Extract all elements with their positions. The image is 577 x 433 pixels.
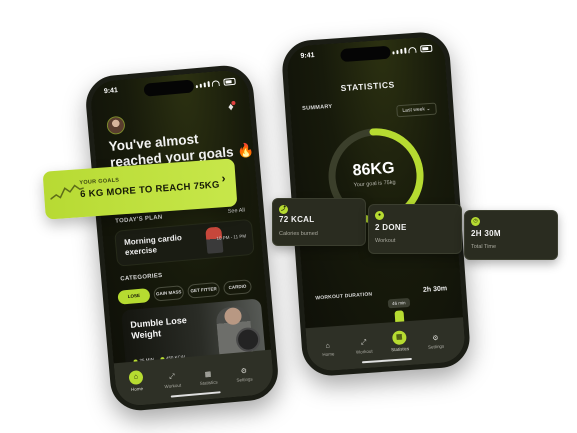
workouts-value: 2 DONE bbox=[375, 223, 407, 232]
featured-workout-title: Dumble Lose Weight bbox=[129, 314, 188, 341]
chevron-right-icon[interactable]: › bbox=[221, 171, 226, 185]
home-phone: 9:41 ♦ You've almost reached your goals … bbox=[83, 63, 281, 413]
chip-lose-weight[interactable]: LOSE WEIGHT bbox=[117, 288, 151, 311]
goal-label: YOUR GOALS bbox=[79, 177, 120, 187]
avatar[interactable] bbox=[106, 115, 126, 136]
chevron-down-icon: ⌄ bbox=[426, 105, 431, 113]
chip-gain-mass[interactable]: GAIN MASS bbox=[153, 285, 185, 302]
total-time-card: ◷ 2H 30M Total Time bbox=[464, 210, 558, 260]
tab-settings[interactable]: ⚙ Settings bbox=[418, 333, 453, 350]
total-time-value: 2H 30M bbox=[471, 229, 501, 238]
period-dropdown[interactable]: Last week ⌄ bbox=[396, 102, 437, 118]
wifi-icon bbox=[211, 80, 220, 87]
tab-workout[interactable]: ⤢ Workout bbox=[155, 372, 190, 390]
workout-icon: ⤢ bbox=[168, 373, 176, 381]
tab-settings[interactable]: ⚙ Settings bbox=[227, 366, 262, 384]
chip-get-fitter[interactable]: GET FITTER bbox=[187, 281, 221, 299]
fire-icon: 🔥 bbox=[236, 142, 255, 159]
home-icon: ⌂ bbox=[325, 342, 331, 350]
home-icon: ⌂ bbox=[128, 369, 144, 386]
plan-time: 10 PM - 11 PM bbox=[216, 233, 247, 241]
settings-icon: ⚙ bbox=[432, 334, 439, 343]
tab-home[interactable]: ⌂ Home bbox=[311, 342, 346, 358]
duration-bar-tooltip: 46 min bbox=[387, 297, 410, 309]
home-indicator bbox=[361, 357, 412, 364]
summary-heading: SUMMARY bbox=[301, 103, 333, 112]
workouts-card: ● 2 DONE Workout bbox=[368, 204, 462, 254]
calories-caption: Calories burned bbox=[279, 231, 318, 237]
tab-statistics[interactable]: ▦ Statistics bbox=[191, 369, 226, 387]
dumbbell-icon: ● bbox=[375, 211, 384, 220]
plan-title: Morning cardio exercise bbox=[123, 233, 183, 258]
stats-icon: ▦ bbox=[391, 330, 407, 346]
workouts-caption: Workout bbox=[375, 238, 396, 244]
status-bar: 9:41 bbox=[104, 77, 237, 100]
todays-plan-heading: TODAY'S PLAN bbox=[115, 214, 163, 225]
calories-card: ⤴ 72 KCAL Calories burned bbox=[272, 198, 366, 246]
workout-duration-total: 2h 30m bbox=[422, 285, 448, 294]
signal-icons bbox=[392, 44, 433, 55]
battery-icon bbox=[420, 44, 433, 53]
total-time-caption: Total Time bbox=[471, 244, 497, 250]
notification-dot bbox=[231, 100, 236, 106]
workout-icon: ⤢ bbox=[360, 339, 367, 347]
categories-heading: CATEGORIES bbox=[120, 272, 163, 283]
tab-home[interactable]: ⌂ Home bbox=[118, 369, 154, 393]
battery-icon bbox=[223, 77, 236, 86]
status-time: 9:41 bbox=[103, 87, 119, 96]
tab-workout[interactable]: ⤢ Workout bbox=[346, 338, 381, 355]
wifi-icon bbox=[408, 46, 417, 54]
flame-icon: ⤴ bbox=[279, 205, 288, 214]
plan-card[interactable]: Morning cardio exercise 10 PM - 11 PM bbox=[114, 218, 255, 267]
see-all-link[interactable]: See All bbox=[228, 207, 246, 214]
clock-icon: ◷ bbox=[471, 217, 480, 226]
page-title: STATISTICS bbox=[340, 79, 396, 94]
settings-icon: ⚙ bbox=[240, 367, 248, 376]
tab-statistics[interactable]: ▦ Statistics bbox=[382, 330, 417, 353]
home-screen: 9:41 ♦ You've almost reached your goals … bbox=[89, 68, 275, 408]
stage: 9:41 ♦ You've almost reached your goals … bbox=[0, 0, 577, 433]
chip-cardio[interactable]: CARDIO bbox=[222, 279, 253, 296]
home-indicator bbox=[170, 391, 221, 398]
workout-duration-heading: WORKOUT DURATION bbox=[315, 291, 373, 302]
calories-value: 72 KCAL bbox=[279, 215, 315, 224]
status-time: 9:41 bbox=[300, 51, 315, 60]
signal-icons bbox=[195, 77, 236, 89]
stats-icon: ▦ bbox=[204, 370, 212, 379]
